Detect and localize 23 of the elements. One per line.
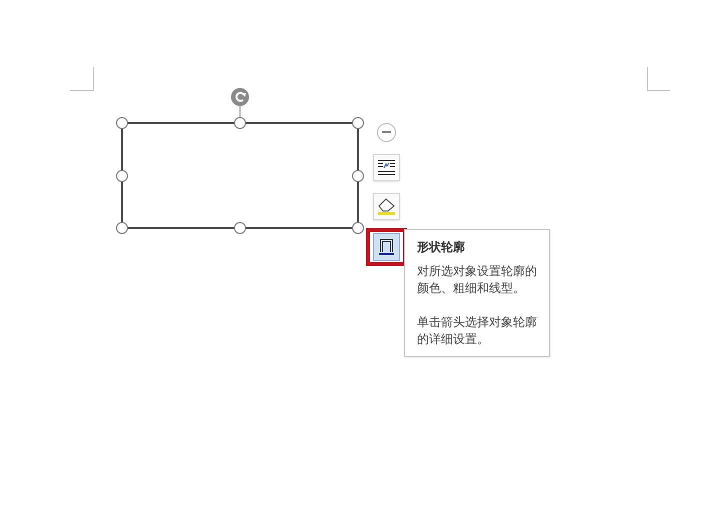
shape-fill-button[interactable] <box>373 193 400 220</box>
resize-handle[interactable] <box>352 117 364 129</box>
text-wrap-icon <box>378 160 395 175</box>
shape-outline-icon <box>379 238 394 256</box>
shape-outline-button[interactable] <box>366 228 407 266</box>
resize-handle[interactable] <box>116 117 128 129</box>
tooltip-description: 对所选对象设置轮廓的颜色、粗细和线型。 <box>417 263 538 297</box>
minus-icon <box>382 131 391 134</box>
resize-handle[interactable] <box>116 222 128 234</box>
tooltip-description: 单击箭头选择对象轮廓的详细设置。 <box>417 314 538 348</box>
resize-handle[interactable] <box>116 170 128 182</box>
margin-corner-mark <box>647 66 670 91</box>
margin-corner-mark <box>70 66 94 91</box>
resize-handle[interactable] <box>234 117 246 129</box>
wrap-text-button[interactable] <box>373 154 400 181</box>
collapse-button[interactable] <box>377 123 396 142</box>
resize-handle[interactable] <box>234 222 246 234</box>
paint-bucket-icon <box>377 197 396 216</box>
resize-handle[interactable] <box>352 170 364 182</box>
resize-handle[interactable] <box>352 222 364 234</box>
rectangle-shape[interactable] <box>121 122 359 229</box>
rotate-handle-icon[interactable] <box>231 88 249 106</box>
tooltip-title: 形状轮廓 <box>417 239 466 255</box>
